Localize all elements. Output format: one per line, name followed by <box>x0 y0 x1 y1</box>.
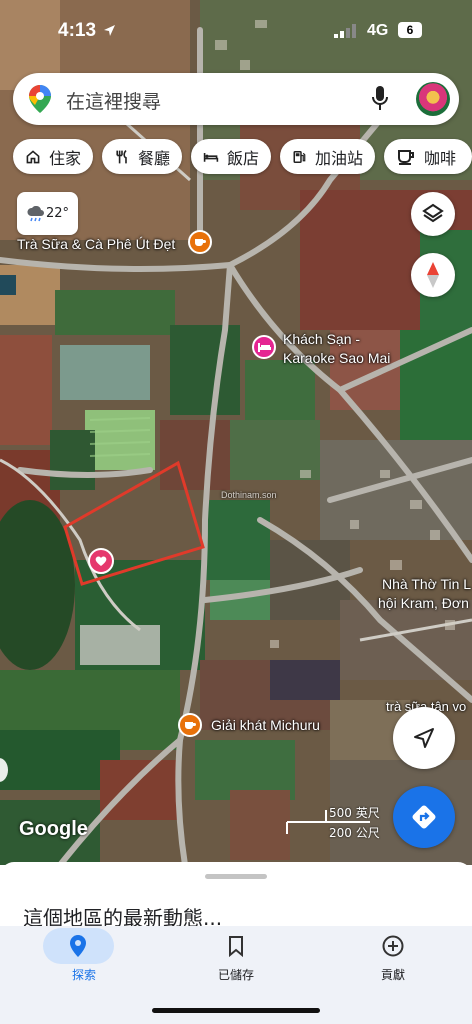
place-label[interactable]: hội Kram, Đơn <box>378 595 469 611</box>
search-input[interactable]: 在這裡搜尋 <box>66 87 161 114</box>
chip-home[interactable]: 住家 <box>13 139 93 174</box>
place-label[interactable]: Nhà Thờ Tin L <box>382 576 471 592</box>
bookmark-icon <box>229 936 243 957</box>
google-logo: Google <box>19 818 88 840</box>
explore-pin-icon <box>70 935 86 957</box>
chip-gas-station[interactable]: 加油站 <box>280 139 375 174</box>
watermark: Dothinam.son <box>221 490 277 500</box>
place-label[interactable]: Karaoke Sao Mai <box>283 350 390 366</box>
microphone-icon[interactable] <box>371 86 389 112</box>
tab-saved[interactable]: 已儲存 <box>166 928 306 1008</box>
chip-label: 住家 <box>48 148 81 168</box>
layers-button[interactable] <box>411 192 455 236</box>
cloudy-rain-icon <box>27 205 44 221</box>
battery-icon: 6 <box>398 22 422 38</box>
status-time: 4:13 <box>58 20 97 41</box>
layers-icon <box>422 203 444 223</box>
signal-icon <box>334 24 356 38</box>
place-label[interactable]: Trà Sữa & Cà Phê Út Đẹt <box>17 236 175 252</box>
hotel-icon <box>203 152 219 162</box>
heart-icon <box>95 556 107 566</box>
sheet-drag-handle[interactable] <box>205 874 267 879</box>
saved-heart-pin[interactable] <box>88 548 114 574</box>
directions-button[interactable] <box>393 786 455 848</box>
location-arrow-icon <box>104 25 115 36</box>
navigation-arrow-icon <box>414 728 434 748</box>
gas-station-icon <box>293 150 306 163</box>
chip-coffee[interactable]: 咖啡 <box>384 139 472 174</box>
bottom-sheet[interactable]: 這個地區的最新動態... <box>0 862 472 934</box>
directions-icon <box>412 805 436 829</box>
compass-button[interactable] <box>411 253 455 297</box>
search-bar[interactable]: 在這裡搜尋 <box>13 73 459 125</box>
maps-pin-icon <box>29 85 51 113</box>
chip-label: 咖啡 <box>424 148 457 168</box>
network-type: 4G <box>367 22 389 39</box>
chip-label: 餐廳 <box>137 148 170 168</box>
weather-badge[interactable]: 22° <box>17 192 78 235</box>
tab-explore[interactable]: 探索 <box>14 928 154 1008</box>
tab-label: 探索 <box>71 968 96 982</box>
chip-restaurant[interactable]: 餐廳 <box>102 139 182 174</box>
my-location-button[interactable] <box>393 707 455 769</box>
compass-icon <box>427 262 439 288</box>
hotel-icon[interactable] <box>252 335 276 359</box>
weather-temp: 22° <box>45 206 70 221</box>
chip-label: 飯店 <box>226 148 259 168</box>
chip-label: 加油站 <box>314 148 363 168</box>
status-bar: 4:13 4G 6 <box>0 0 472 62</box>
avatar[interactable] <box>416 82 450 116</box>
bottom-navigation: 探索 已儲存 貢獻 <box>0 926 472 1024</box>
tab-label: 貢獻 <box>380 968 405 982</box>
scale-imperial: 500 英尺 <box>329 806 380 820</box>
restaurant-icon <box>116 149 127 163</box>
coffee-icon <box>398 149 414 165</box>
tab-contribute[interactable]: 貢獻 <box>323 928 463 1008</box>
tab-label: 已儲存 <box>217 968 254 982</box>
scale-metric: 200 公尺 <box>329 826 380 840</box>
cafe-icon[interactable] <box>178 713 202 737</box>
cafe-icon[interactable] <box>188 230 212 254</box>
place-label[interactable]: Khách Sạn - <box>283 331 360 347</box>
place-label[interactable]: Giải khát Michuru <box>211 717 320 733</box>
home-indicator <box>152 1008 320 1013</box>
add-circle-icon <box>382 935 404 957</box>
home-icon <box>26 149 40 163</box>
chip-hotel[interactable]: 飯店 <box>191 139 271 174</box>
